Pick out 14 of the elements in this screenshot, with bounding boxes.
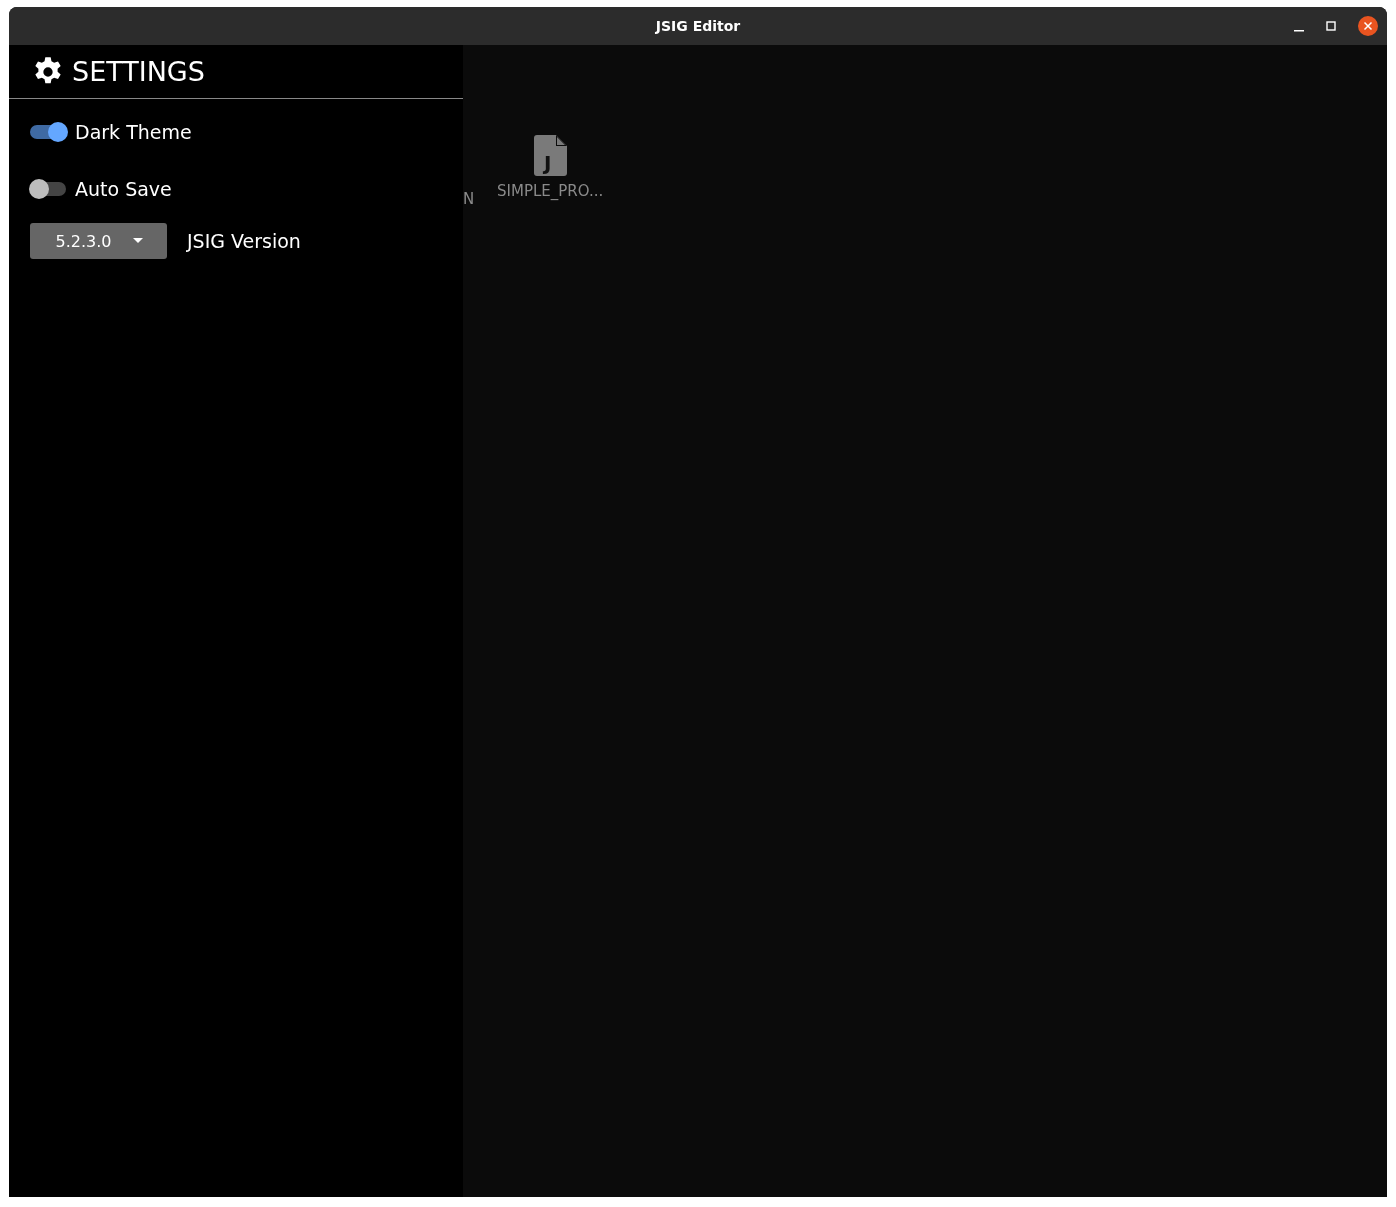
version-dropdown[interactable]: 5.2.3.0	[30, 223, 167, 259]
toggle-label: Auto Save	[75, 178, 172, 200]
maximize-icon[interactable]	[1326, 21, 1336, 31]
toggle-switch[interactable]	[30, 182, 66, 196]
close-icon[interactable]	[1358, 16, 1378, 36]
caret-icon	[133, 238, 144, 244]
file-name[interactable]: SIMPLE_PRO...	[497, 182, 604, 200]
file-icon[interactable]: J	[533, 135, 567, 176]
toggle-label: Dark Theme	[75, 121, 192, 143]
panel-title: SETTINGS	[72, 56, 205, 87]
version-label: JSIG Version	[187, 230, 301, 252]
window-title: JSIG Editor	[655, 18, 741, 34]
cut-off-text: N	[463, 190, 475, 208]
toggle-switch[interactable]	[30, 125, 66, 139]
